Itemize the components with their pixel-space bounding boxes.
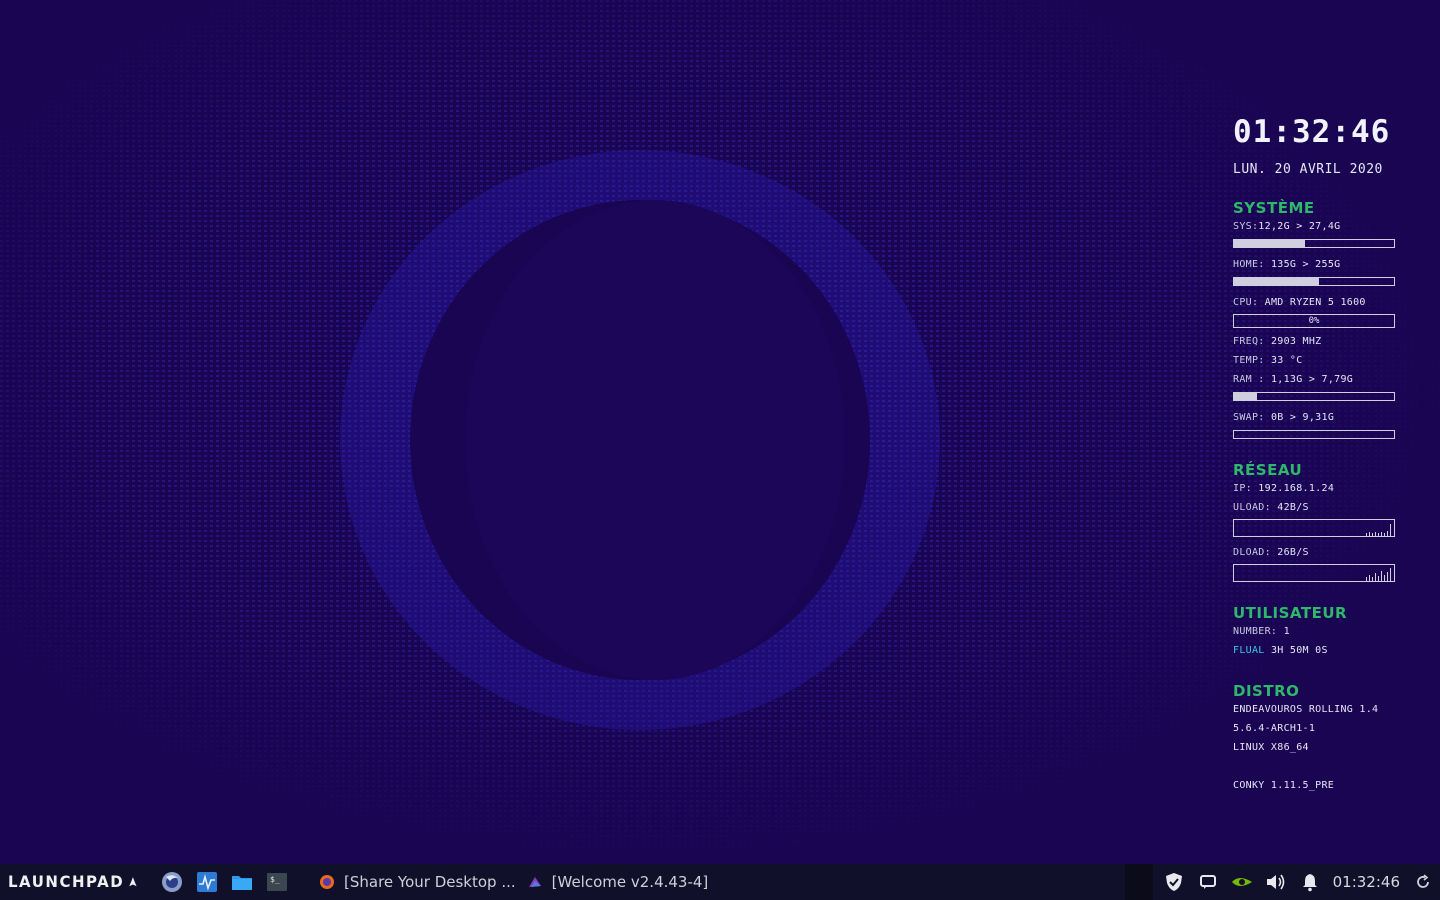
chat-icon[interactable]: [1196, 870, 1220, 894]
conky-version: CONKY 1.11.5_PRE: [1233, 780, 1335, 791]
swap-usage: SWAP: 0B > 9,31G: [1233, 408, 1423, 427]
download-value: 26B/S: [1277, 547, 1309, 558]
swap-bar: [1233, 430, 1395, 439]
ram-bar-fill: [1234, 393, 1258, 400]
launchpad-label: LAUNCHPAD: [8, 872, 125, 892]
desktop-wallpaper: [0, 0, 1440, 864]
cpu-temp: TEMP: 33 °C: [1233, 351, 1423, 370]
cpu-freq: FREQ: 2903 MHZ: [1233, 332, 1423, 351]
home-bar-fill: [1234, 278, 1319, 285]
shield-icon[interactable]: [1162, 870, 1186, 894]
conky-date: LUN. 20 AVRIL 2020: [1233, 162, 1383, 177]
download-speed: DLOAD: 26B/S: [1233, 543, 1423, 562]
bell-icon[interactable]: [1298, 870, 1322, 894]
ram-usage: RAM : 1,13G > 7,79G: [1233, 370, 1423, 389]
number-label: NUMBER:: [1233, 626, 1278, 637]
section-system: SYSTÈME: [1233, 199, 1315, 217]
ram-value: 1,13G > 7,79G: [1270, 374, 1354, 385]
distro-name: ENDEAVOUROS ROLLING 1.4: [1233, 704, 1379, 715]
system-monitor-icon[interactable]: [195, 870, 219, 894]
firefox-icon[interactable]: [160, 870, 184, 894]
sys-bar-fill: [1234, 240, 1306, 247]
quick-launch-bar: $_: [160, 870, 300, 894]
upload-graph-bars: [1366, 524, 1391, 536]
download-graph: [1233, 564, 1395, 582]
task-welcome-label: [Welcome v2.4.43-4]: [551, 873, 709, 891]
task-firefox[interactable]: [Share Your Desktop ...: [318, 873, 516, 891]
rocket-icon: [129, 877, 137, 887]
download-label: DLOAD:: [1233, 547, 1271, 558]
taskbar: LAUNCHPAD $_ [Share Your Desktop ... [We…: [0, 864, 1440, 900]
sys-bar: [1233, 239, 1395, 248]
ip-value: 192.168.1.24: [1258, 483, 1335, 494]
volume-icon[interactable]: [1264, 870, 1288, 894]
swap-label: SWAP:: [1233, 412, 1265, 423]
refresh-icon[interactable]: [1411, 870, 1435, 894]
cpu-model: CPU: AMD RYZEN 5 1600: [1233, 293, 1423, 312]
home-value: 135G > 255G: [1270, 259, 1341, 270]
temp-label: TEMP:: [1233, 355, 1265, 366]
upload-graph: [1233, 519, 1395, 537]
tray-spacer: [1124, 864, 1153, 900]
firefox-icon: [318, 873, 336, 891]
upload-label: ULOAD:: [1233, 502, 1271, 513]
wallpaper-graphic: [0, 0, 1440, 864]
home-label: HOME:: [1233, 259, 1265, 270]
number-value: 1: [1283, 626, 1290, 637]
home-usage: HOME: 135G > 255G: [1233, 255, 1423, 274]
upload-value: 42B/S: [1277, 502, 1309, 513]
launchpad-button[interactable]: LAUNCHPAD: [0, 864, 138, 900]
taskbar-clock[interactable]: 01:32:46: [1333, 873, 1400, 891]
section-user: UTILISATEUR: [1233, 604, 1348, 622]
home-bar: [1233, 277, 1395, 286]
task-firefox-label: [Share Your Desktop ...: [344, 873, 516, 891]
architecture: LINUX X86_64: [1233, 742, 1309, 753]
user-count: NUMBER: 1: [1233, 622, 1423, 641]
conky-panel: 01:32:46 LUN. 20 AVRIL 2020 SYSTÈME SYS:…: [1233, 112, 1423, 795]
freq-label: FREQ:: [1233, 336, 1265, 347]
files-icon[interactable]: [230, 870, 254, 894]
session-user: FLUAL: [1233, 645, 1265, 656]
sys-usage: SYS:12,2G > 27,4G: [1233, 217, 1423, 236]
cpu-value: AMD RYZEN 5 1600: [1264, 297, 1366, 308]
sys-label: SYS:: [1233, 221, 1259, 232]
ram-label: RAM :: [1233, 374, 1265, 385]
temp-value: 33 °C: [1270, 355, 1303, 366]
section-distro: DISTRO: [1233, 682, 1300, 700]
cpu-bar: 0%: [1233, 314, 1395, 328]
sys-value: 12,2G > 27,4G: [1258, 221, 1341, 232]
freq-value: 2903 MHZ: [1270, 336, 1322, 347]
swap-value: 0B > 9,31G: [1270, 412, 1335, 423]
ip-address: IP: 192.168.1.24: [1233, 479, 1423, 498]
task-welcome[interactable]: [Welcome v2.4.43-4]: [526, 873, 709, 891]
cpu-label: CPU:: [1233, 297, 1259, 308]
kernel-version: 5.6.4-ARCH1-1: [1233, 723, 1316, 734]
svg-text:$_: $_: [270, 875, 280, 884]
nvidia-icon[interactable]: [1230, 870, 1254, 894]
ram-bar: [1233, 392, 1395, 401]
user-session: FLUAL 3H 50M 0S: [1233, 641, 1423, 660]
upload-speed: ULOAD: 42B/S: [1233, 498, 1423, 517]
session-uptime: 3H 50M 0S: [1270, 645, 1328, 656]
section-network: RÉSEAU: [1233, 461, 1303, 479]
endeavouros-icon: [526, 873, 544, 891]
conky-clock: 01:32:46: [1233, 114, 1391, 150]
task-list: [Share Your Desktop ... [Welcome v2.4.43…: [318, 873, 718, 891]
terminal-icon[interactable]: $_: [265, 870, 289, 894]
ip-label: IP:: [1233, 483, 1252, 494]
download-graph-bars: [1366, 568, 1391, 581]
system-tray: 01:32:46: [1124, 864, 1440, 900]
